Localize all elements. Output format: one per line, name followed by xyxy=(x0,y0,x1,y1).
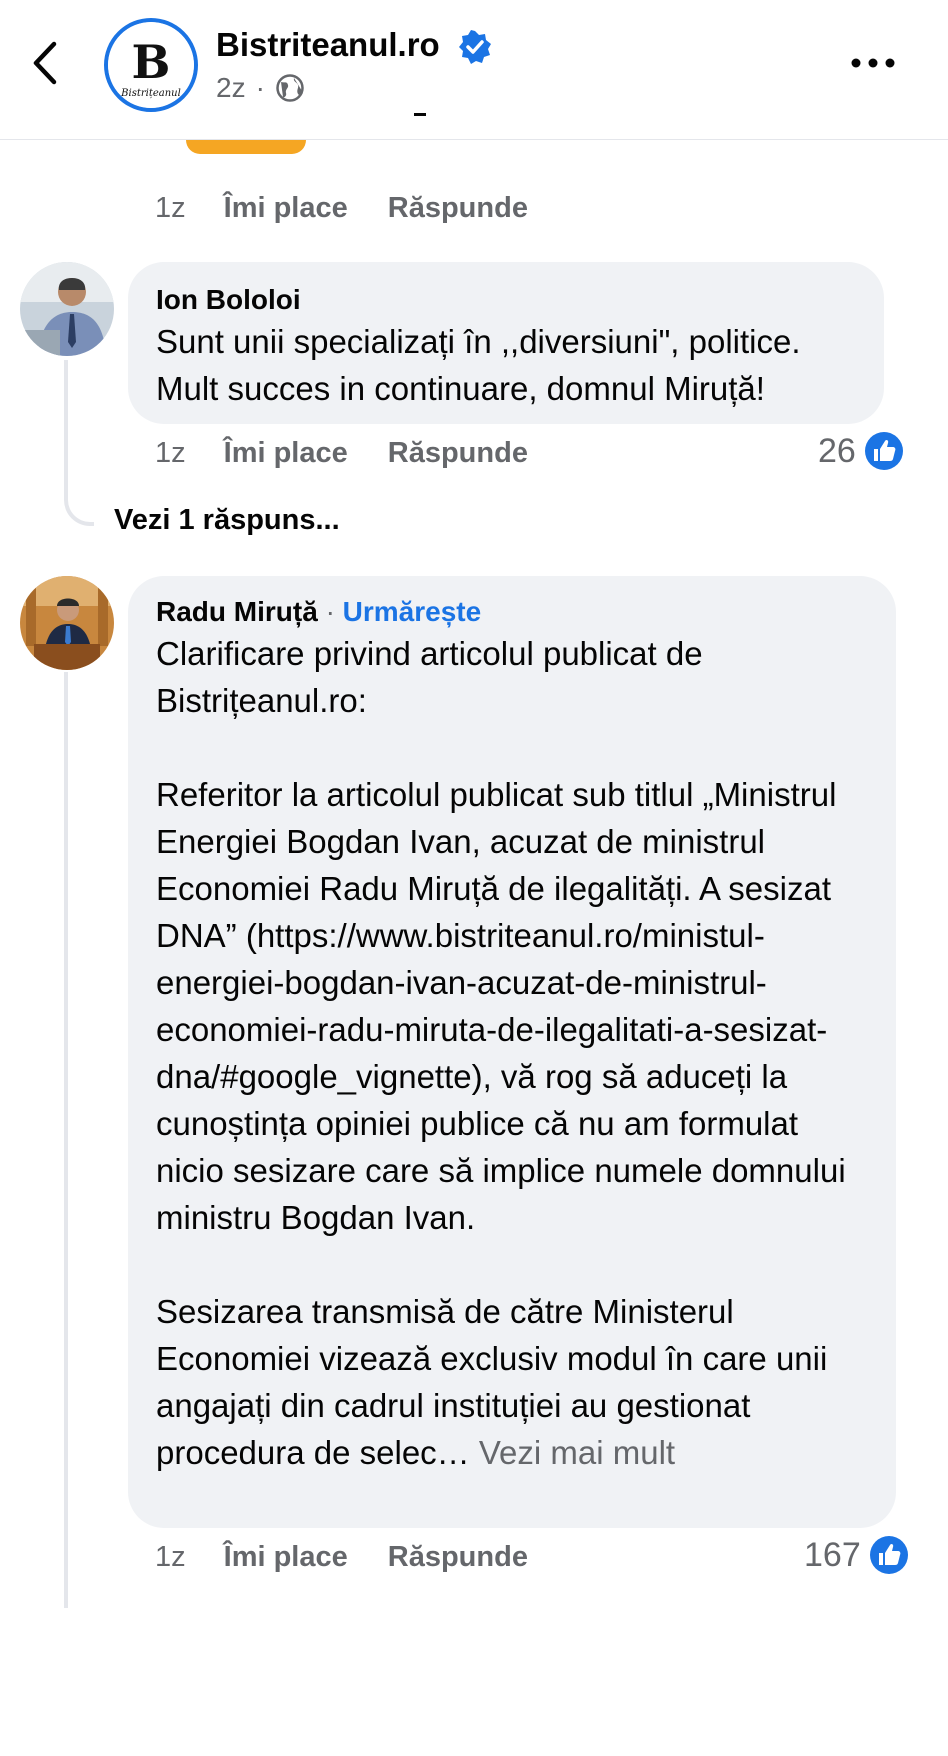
previous-comment-media xyxy=(186,140,306,154)
thumbs-up-icon xyxy=(869,1536,908,1574)
chevron-left-icon xyxy=(33,41,57,85)
page-name[interactable]: Bistriteanul.ro xyxy=(216,26,440,64)
comment-time: 1z xyxy=(155,1541,186,1573)
follow-button[interactable]: Urmărește xyxy=(343,596,482,627)
post-header: B Bistrițeanul Bistriteanul.ro 2z · xyxy=(0,0,948,140)
view-replies-link[interactable]: Vezi 1 răspuns... xyxy=(114,504,340,537)
back-button[interactable] xyxy=(26,38,66,88)
previous-comment-actions: 1z Îmi place Răspunde xyxy=(155,192,568,225)
comment-author-row: Radu Miruță · Urmărește xyxy=(156,596,868,628)
comment-body: Clarificare privind articolul publicat d… xyxy=(156,635,846,1471)
like-button[interactable]: Îmi place xyxy=(224,1541,348,1574)
svg-text:Bistrițeanul: Bistrițeanul xyxy=(120,88,181,99)
reply-button[interactable]: Răspunde xyxy=(388,437,528,470)
reaction-count: 26 xyxy=(818,431,856,470)
reaction-summary[interactable]: 26 xyxy=(818,431,904,471)
reply-button[interactable]: Răspunde xyxy=(388,1541,528,1574)
page-avatar[interactable]: B Bistrițeanul xyxy=(104,18,198,112)
reply-button[interactable]: Răspunde xyxy=(388,192,528,225)
post-time: 2z xyxy=(216,72,246,103)
post-meta: 2z · xyxy=(216,72,305,104)
more-horizontal-icon xyxy=(851,58,895,68)
comment-text: Clarificare privind articolul publicat d… xyxy=(156,630,868,1476)
globe-icon xyxy=(276,74,304,102)
replies-connector xyxy=(64,360,94,526)
see-more-link[interactable]: Vezi mai mult xyxy=(479,1434,675,1471)
comment-time: 1z xyxy=(155,437,186,469)
avatar[interactable] xyxy=(20,262,114,356)
thread-line xyxy=(64,672,68,1608)
verified-badge-icon xyxy=(459,30,491,64)
avatar-photo xyxy=(20,576,114,670)
like-button[interactable]: Îmi place xyxy=(224,437,348,470)
more-options-button[interactable] xyxy=(848,48,898,78)
like-button[interactable]: Îmi place xyxy=(224,192,348,225)
comment-bubble: Ion Bololoi Sunt unii specializați în ,,… xyxy=(128,262,884,424)
comment-author[interactable]: Ion Bololoi xyxy=(156,284,856,316)
comment-actions: 1z Îmi place Răspunde xyxy=(155,437,568,470)
comment-time: 1z xyxy=(155,192,186,224)
avatar-photo xyxy=(20,262,114,356)
meta-separator: · xyxy=(255,72,265,103)
thumbs-up-icon xyxy=(864,432,903,470)
header-divider-mark xyxy=(414,113,426,116)
page-logo: B Bistrițeanul xyxy=(108,22,194,108)
svg-text:B: B xyxy=(132,35,171,89)
reaction-summary[interactable]: 167 xyxy=(804,1535,909,1575)
reaction-count: 167 xyxy=(804,1535,861,1574)
comment-author[interactable]: Radu Miruță xyxy=(156,596,318,627)
avatar[interactable] xyxy=(20,576,114,670)
comment-bubble: Radu Miruță · Urmărește Clarificare priv… xyxy=(128,576,896,1528)
author-separator: · xyxy=(325,596,335,627)
comment-text: Sunt unii specializați în ,,diversiuni",… xyxy=(156,323,810,407)
comment-actions: 1z Îmi place Răspunde xyxy=(155,1541,568,1574)
